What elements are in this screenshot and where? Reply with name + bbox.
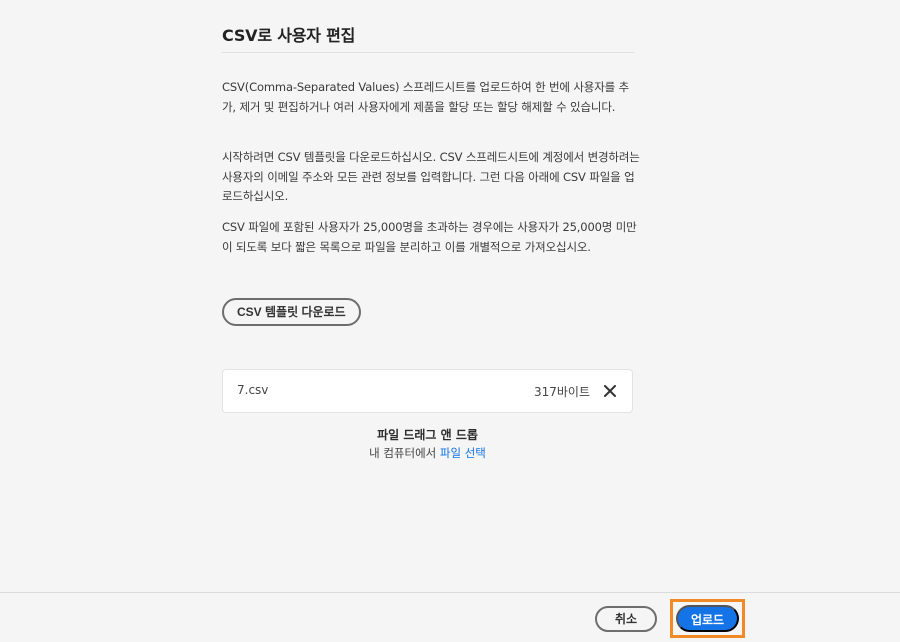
title-divider (222, 52, 634, 53)
drop-zone-title: 파일 드래그 앤 드롭 (377, 428, 478, 442)
file-drop-zone[interactable]: 파일 드래그 앤 드롭 내 컴퓨터에서 파일 선택 (222, 426, 633, 462)
file-name: 7.csv (237, 383, 269, 397)
edit-users-csv-dialog: CSV로 사용자 편집 CSV(Comma-Separated Values) … (0, 0, 900, 642)
select-file-link[interactable]: 파일 선택 (440, 446, 486, 460)
close-icon[interactable] (600, 381, 620, 401)
description-paragraph: CSV(Comma-Separated Values) 스프레드시트를 업로드하… (222, 80, 630, 114)
upload-button[interactable]: 업로드 (676, 605, 739, 632)
drop-zone-subtitle: 내 컴퓨터에서 파일 선택 (222, 444, 633, 462)
cancel-button[interactable]: 취소 (595, 606, 657, 632)
limit-paragraph: CSV 파일에 포함된 사용자가 25,000명을 초과하는 경우에는 사용자가… (222, 220, 637, 254)
drop-zone-prefix: 내 컴퓨터에서 (369, 446, 440, 460)
instructions-paragraph: 시작하려면 CSV 템플릿을 다운로드하십시오. CSV 스프레드시트에 계정에… (222, 150, 640, 203)
uploaded-file-card: 7.csv 317바이트 (222, 369, 633, 413)
dialog-footer: 취소 업로드 (0, 592, 900, 642)
download-csv-template-button[interactable]: CSV 템플릿 다운로드 (222, 298, 361, 326)
dialog-title: CSV로 사용자 편집 (222, 26, 356, 45)
file-size: 317바이트 (533, 385, 590, 399)
